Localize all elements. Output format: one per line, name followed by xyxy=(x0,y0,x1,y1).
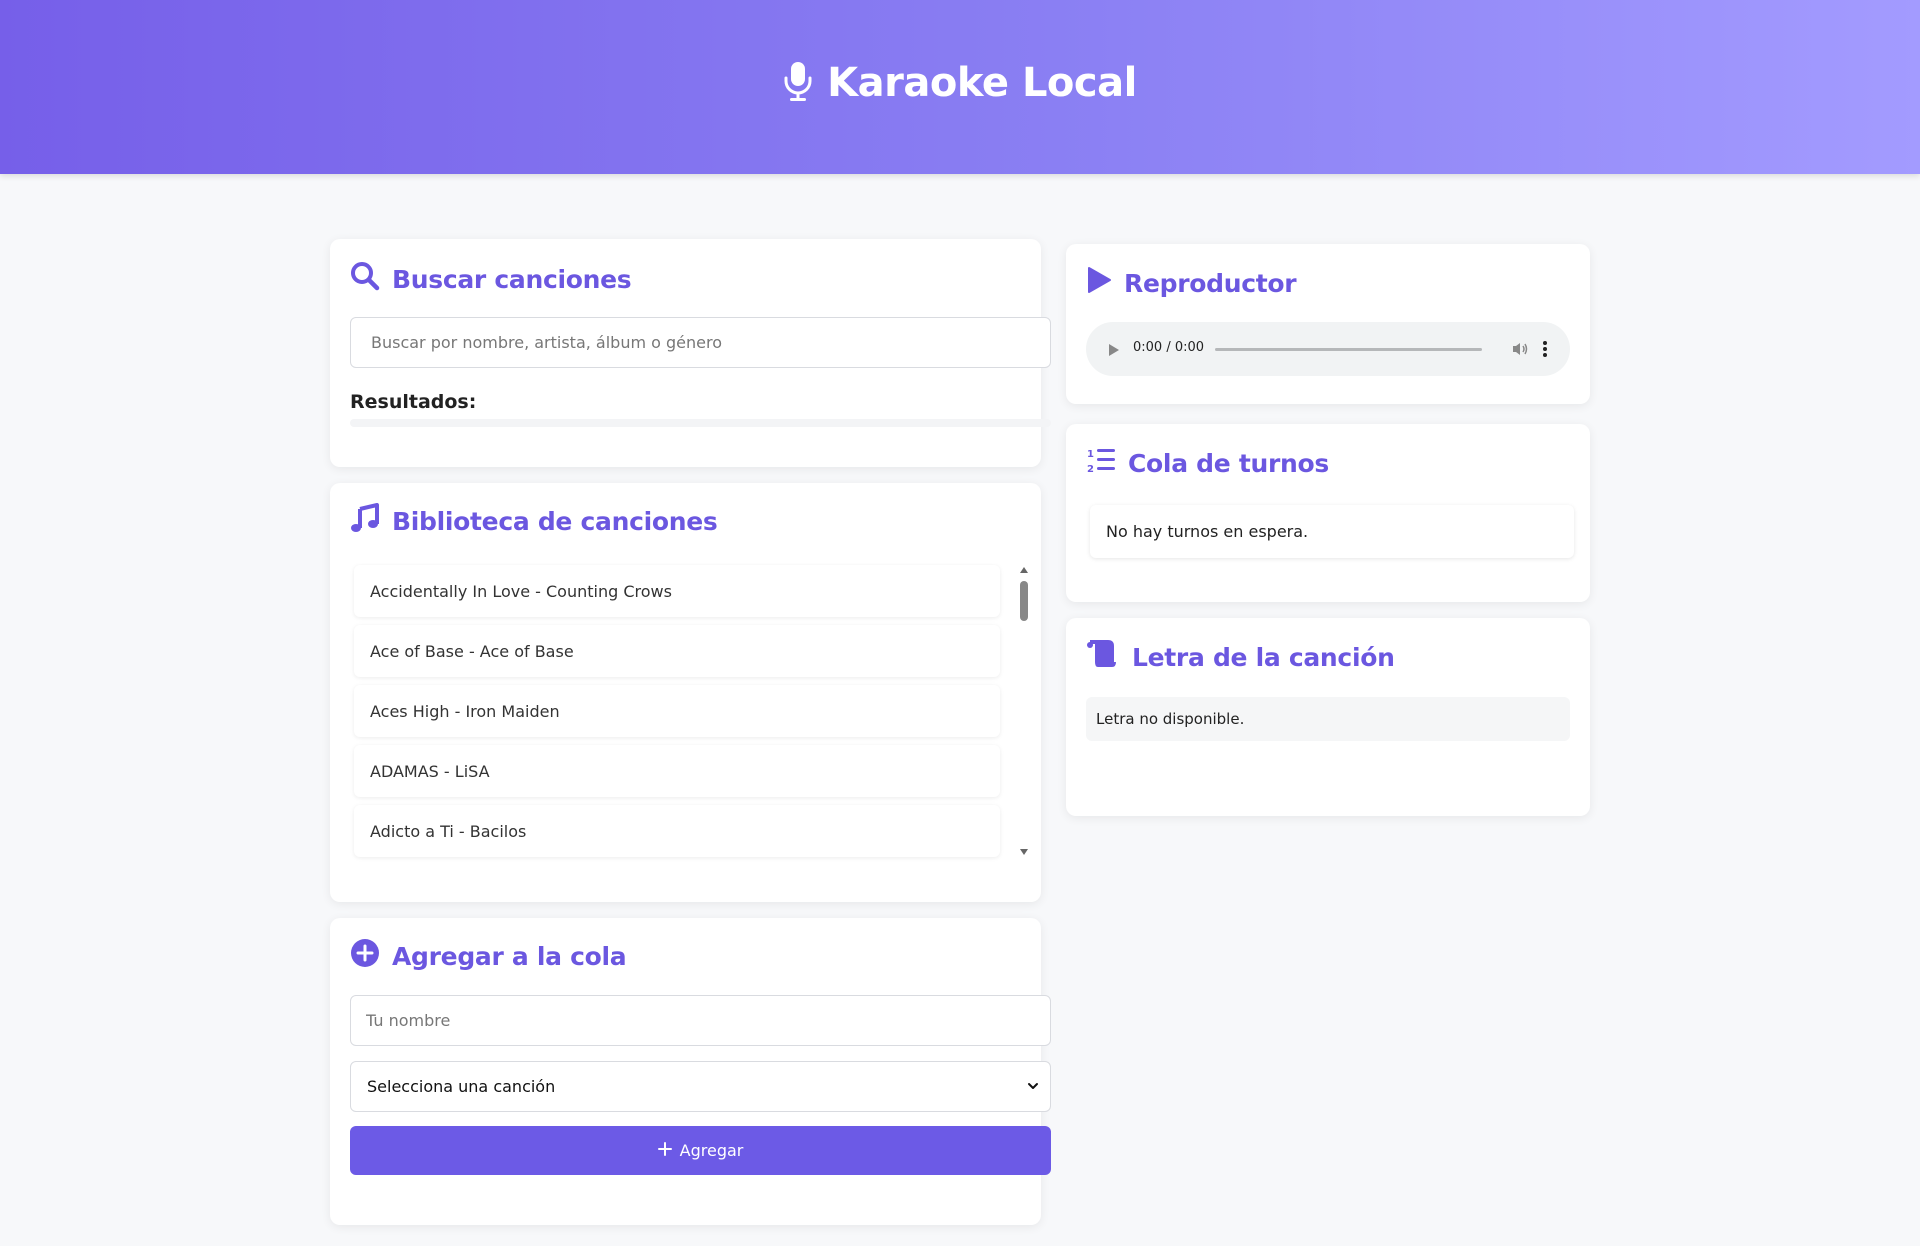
plus-circle-icon xyxy=(350,938,380,974)
add-queue-card-title: Agregar a la cola xyxy=(392,941,627,971)
library-card-title: Biblioteca de canciones xyxy=(392,506,718,536)
queue-empty-message: No hay turnos en espera. xyxy=(1090,505,1574,558)
volume-icon[interactable] xyxy=(1511,340,1529,362)
header-brand: Karaoke Local xyxy=(783,60,1137,106)
lyrics-card: Letra de la canción Letra no disponible. xyxy=(1066,618,1590,816)
song-item[interactable]: Aces High - Iron Maiden xyxy=(354,685,1000,737)
queue-card-header: 1 2 Cola de turnos xyxy=(1086,446,1329,480)
add-button-label: Agregar xyxy=(679,1141,744,1160)
numbered-list-icon: 1 2 xyxy=(1086,446,1116,480)
scroll-down-arrow-icon[interactable] xyxy=(1020,849,1028,855)
song-item[interactable]: Ace of Base - Ace of Base xyxy=(354,625,1000,677)
chevron-down-icon xyxy=(1026,1078,1040,1097)
play-icon xyxy=(1086,266,1112,300)
add-queue-card: Agregar a la cola Selecciona una canción… xyxy=(330,918,1051,1225)
scroll-up-arrow-icon[interactable] xyxy=(1020,567,1028,573)
more-options-icon[interactable] xyxy=(1542,340,1548,362)
library-card: Biblioteca de canciones Accidentally In … xyxy=(330,483,1041,902)
song-list: Accidentally In Love - Counting Crows Ac… xyxy=(350,563,1016,865)
audio-play-icon[interactable] xyxy=(1108,342,1120,361)
lyrics-card-title: Letra de la canción xyxy=(1132,642,1395,672)
add-button[interactable]: Agregar xyxy=(350,1126,1051,1175)
audio-time: 0:00 / 0:00 xyxy=(1133,340,1205,355)
player-card: Reproductor 0:00 / 0:00 xyxy=(1066,244,1590,404)
results-list xyxy=(350,419,1051,427)
name-input[interactable] xyxy=(350,995,1051,1046)
search-card-title: Buscar canciones xyxy=(392,264,632,294)
library-card-header: Biblioteca de canciones xyxy=(350,503,718,539)
search-card: Buscar canciones Resultados: xyxy=(330,239,1051,467)
audio-progress-slider[interactable] xyxy=(1215,348,1482,351)
results-label: Resultados: xyxy=(350,391,477,413)
song-item[interactable]: ADAMAS - LiSA xyxy=(354,745,1000,797)
song-item[interactable]: Accidentally In Love - Counting Crows xyxy=(354,565,1000,617)
scroll-thumb[interactable] xyxy=(1020,581,1028,621)
audio-player: 0:00 / 0:00 xyxy=(1086,322,1570,376)
queue-card-title: Cola de turnos xyxy=(1128,448,1329,478)
song-list-scrollbar[interactable] xyxy=(1016,563,1032,859)
plus-icon xyxy=(657,1141,672,1160)
song-select-value: Selecciona una canción xyxy=(367,1077,556,1096)
player-card-header: Reproductor xyxy=(1086,266,1297,300)
song-select[interactable]: Selecciona una canción xyxy=(350,1061,1051,1112)
microphone-icon xyxy=(783,60,813,106)
svg-text:1: 1 xyxy=(1087,449,1094,460)
song-item[interactable]: Adicto a Ti - Bacilos xyxy=(354,805,1000,857)
search-icon xyxy=(350,261,380,297)
svg-text:2: 2 xyxy=(1087,464,1094,474)
app-header: Karaoke Local xyxy=(0,0,1920,174)
music-note-icon xyxy=(350,503,380,539)
app-title: Karaoke Local xyxy=(827,60,1137,106)
scroll-icon xyxy=(1086,640,1120,674)
search-input[interactable] xyxy=(350,317,1051,368)
add-queue-card-header: Agregar a la cola xyxy=(350,938,627,974)
lyrics-text: Letra no disponible. xyxy=(1086,697,1570,741)
player-card-title: Reproductor xyxy=(1124,268,1297,298)
search-card-header: Buscar canciones xyxy=(350,261,632,297)
lyrics-card-header: Letra de la canción xyxy=(1086,640,1395,674)
queue-card: 1 2 Cola de turnos No hay turnos en espe… xyxy=(1066,424,1590,602)
